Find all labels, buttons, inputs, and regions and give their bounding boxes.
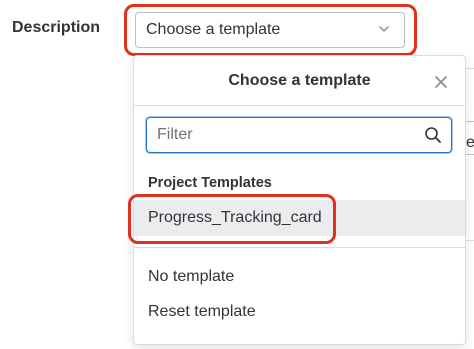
template-select[interactable]: Choose a template	[135, 12, 405, 48]
search-icon	[425, 127, 441, 143]
dropdown-title: Choose a template	[228, 72, 371, 89]
template-select-value: Choose a template	[146, 21, 281, 38]
dropdown-actions-divider	[134, 247, 465, 248]
description-label: Description	[12, 19, 101, 36]
reset-template-option[interactable]: Reset template	[134, 298, 465, 326]
template-option-progress-tracking-card[interactable]: Progress_Tracking_card	[134, 200, 465, 236]
filter-field[interactable]	[146, 117, 452, 153]
background-partial-text: e	[466, 134, 474, 151]
no-template-label: No template	[148, 268, 235, 285]
template-option-label: Progress_Tracking_card	[148, 209, 322, 226]
dropdown-header-divider	[134, 105, 465, 106]
no-template-option[interactable]: No template	[134, 263, 465, 291]
chevron-down-icon	[379, 26, 389, 32]
filter-input[interactable]	[147, 118, 427, 152]
reset-template-label: Reset template	[148, 303, 256, 320]
template-dropdown: Choose a template Project Templates Prog…	[133, 55, 466, 345]
close-icon[interactable]	[433, 74, 449, 90]
project-templates-header: Project Templates	[148, 175, 272, 191]
